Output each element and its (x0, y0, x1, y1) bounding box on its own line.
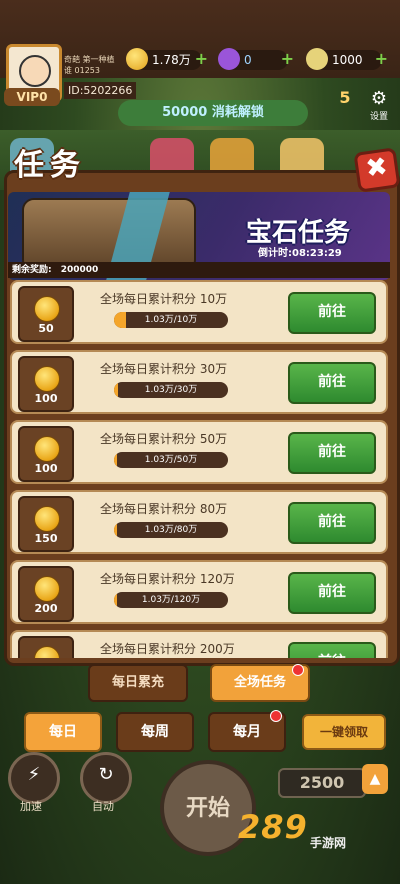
task-description: 全场每日累计积分 80万 (100, 502, 228, 516)
bet-increase-button[interactable]: ▲ (362, 764, 388, 794)
reward-box: 100 (18, 426, 74, 482)
gold-coin-icon (126, 48, 148, 70)
bet-amount: 2500 (278, 768, 366, 798)
gold-coin-icon (34, 296, 60, 322)
reward-box (18, 636, 74, 658)
player-id: ID:5202266 (64, 82, 137, 99)
task-row: 150 全场每日累计积分 80万 1.03万/80万 前往 (10, 490, 388, 554)
reward-box: 100 (18, 356, 74, 412)
close-button[interactable]: ✖ (353, 147, 400, 193)
speed-up-label: 加速 (20, 800, 42, 813)
auto-button[interactable]: ↻ (80, 752, 132, 804)
watermark-logo: 289 (238, 808, 308, 846)
go-button[interactable]: 前往 (288, 642, 376, 658)
notification-dot (292, 664, 304, 676)
add-gem-button[interactable]: + (281, 49, 294, 69)
purple-gem-icon (218, 48, 240, 70)
progress-text: 1.03万/10万 (144, 315, 198, 325)
reward-amount: 100 (34, 392, 58, 405)
task-progress-bar: 1.03万/50万 (114, 452, 228, 468)
remaining-reward: 剩余奖励: 200000 (8, 262, 390, 278)
task-progress-bar: 1.03万/30万 (114, 382, 228, 398)
task-description: 全场每日累计积分 30万 (100, 362, 228, 376)
add-gold-button[interactable]: + (195, 49, 208, 69)
task-progress-bar: 1.03万/80万 (114, 522, 228, 538)
task-description: 全场每日累计积分 120万 (100, 572, 235, 586)
go-button[interactable]: 前往 (288, 432, 376, 474)
task-description: 全场每日累计积分 50万 (100, 432, 228, 446)
task-list[interactable]: 50 全场每日累计积分 10万 1.03万/10万 前往 100 全场每日累计积分 30万… (10, 280, 390, 658)
treasure-chest-icon (22, 198, 196, 272)
tab-daily[interactable]: 每日 (24, 712, 102, 752)
task-progress-bar: 1.03万/120万 (114, 592, 228, 608)
reward-box: 150 (18, 496, 74, 552)
progress-text: 1.03万/120万 (141, 595, 201, 605)
settings-label: 设置 (369, 112, 388, 122)
speed-up-button[interactable]: ⚡ (8, 752, 60, 804)
reward-amount: 50 (38, 322, 54, 335)
add-money-button[interactable]: + (375, 49, 388, 69)
remaining-label: 剩余奖励: (12, 265, 52, 275)
gold-coin-icon (34, 366, 60, 392)
gold-coin-icon (34, 646, 60, 658)
avatar-face (19, 55, 51, 87)
reward-amount: 100 (34, 462, 58, 475)
gold-counter: 1.78万 + (126, 48, 208, 70)
claim-all-button[interactable]: 一键领取 (302, 714, 386, 750)
task-description: 全场每日累计积分 200万 (100, 642, 235, 656)
reward-amount: 150 (34, 532, 58, 545)
gold-coin-icon (34, 436, 60, 462)
reward-box: 200 (18, 566, 74, 622)
progress-text: 1.03万/30万 (144, 385, 198, 395)
auto-label: 自动 (92, 800, 114, 813)
player-name-line: 奇葩 第一种植 (64, 55, 115, 64)
countdown-timer: 倒计时:08:23:29 (258, 248, 342, 259)
progress-text: 1.03万/50万 (144, 455, 198, 465)
gold-value: 1.78万 (152, 53, 191, 67)
task-row: 50 全场每日累计积分 10万 1.03万/10万 前往 (10, 280, 388, 344)
reward-amount: 200 (34, 602, 58, 615)
go-button[interactable]: 前往 (288, 362, 376, 404)
unlock-banner[interactable]: 50000 消耗解锁 (118, 100, 308, 126)
tab-weekly[interactable]: 每周 (116, 712, 194, 752)
money-counter: 1000 + (306, 48, 388, 70)
go-button[interactable]: 前往 (288, 502, 376, 544)
task-row: 200 全场每日累计积分 120万 1.03万/120万 前往 (10, 560, 388, 624)
watermark-sub: 手游网 (310, 836, 347, 850)
settings-icon[interactable]: ⚙ 设置 (364, 88, 394, 122)
go-button[interactable]: 前往 (288, 572, 376, 614)
task-row: 100 全场每日累计积分 50万 1.03万/50万 前往 (10, 420, 388, 484)
gold-coin-icon (34, 506, 60, 532)
task-row: 100 全场每日累计积分 30万 1.03万/30万 前往 (10, 350, 388, 414)
task-description: 全场每日累计积分 10万 (100, 292, 228, 306)
reward-icon[interactable]: 5 (330, 88, 360, 118)
progress-text: 1.03万/80万 (144, 525, 198, 535)
notification-dot (270, 710, 282, 722)
go-button[interactable]: 前往 (288, 292, 376, 334)
reward-box: 50 (18, 286, 74, 342)
remaining-value: 200000 (60, 265, 99, 275)
player-sub-line: 谁 01253 (64, 66, 100, 75)
task-progress-bar: 1.03万/10万 (114, 312, 228, 328)
task-row: 全场每日累计积分 200万 前往 (10, 630, 388, 658)
money-stack-icon (306, 48, 328, 70)
money-value: 1000 (332, 53, 363, 67)
player-name: 奇葩 第一种植 谁 01253 (64, 54, 115, 76)
gem-value: 0 (244, 53, 252, 67)
vip-badge[interactable]: VIP0 (4, 88, 60, 106)
panel-title: 任务 (14, 148, 86, 183)
gold-coin-icon (34, 576, 60, 602)
tab-daily-recharge[interactable]: 每日累充 (88, 664, 188, 702)
gem-counter: 0 + (218, 48, 294, 70)
